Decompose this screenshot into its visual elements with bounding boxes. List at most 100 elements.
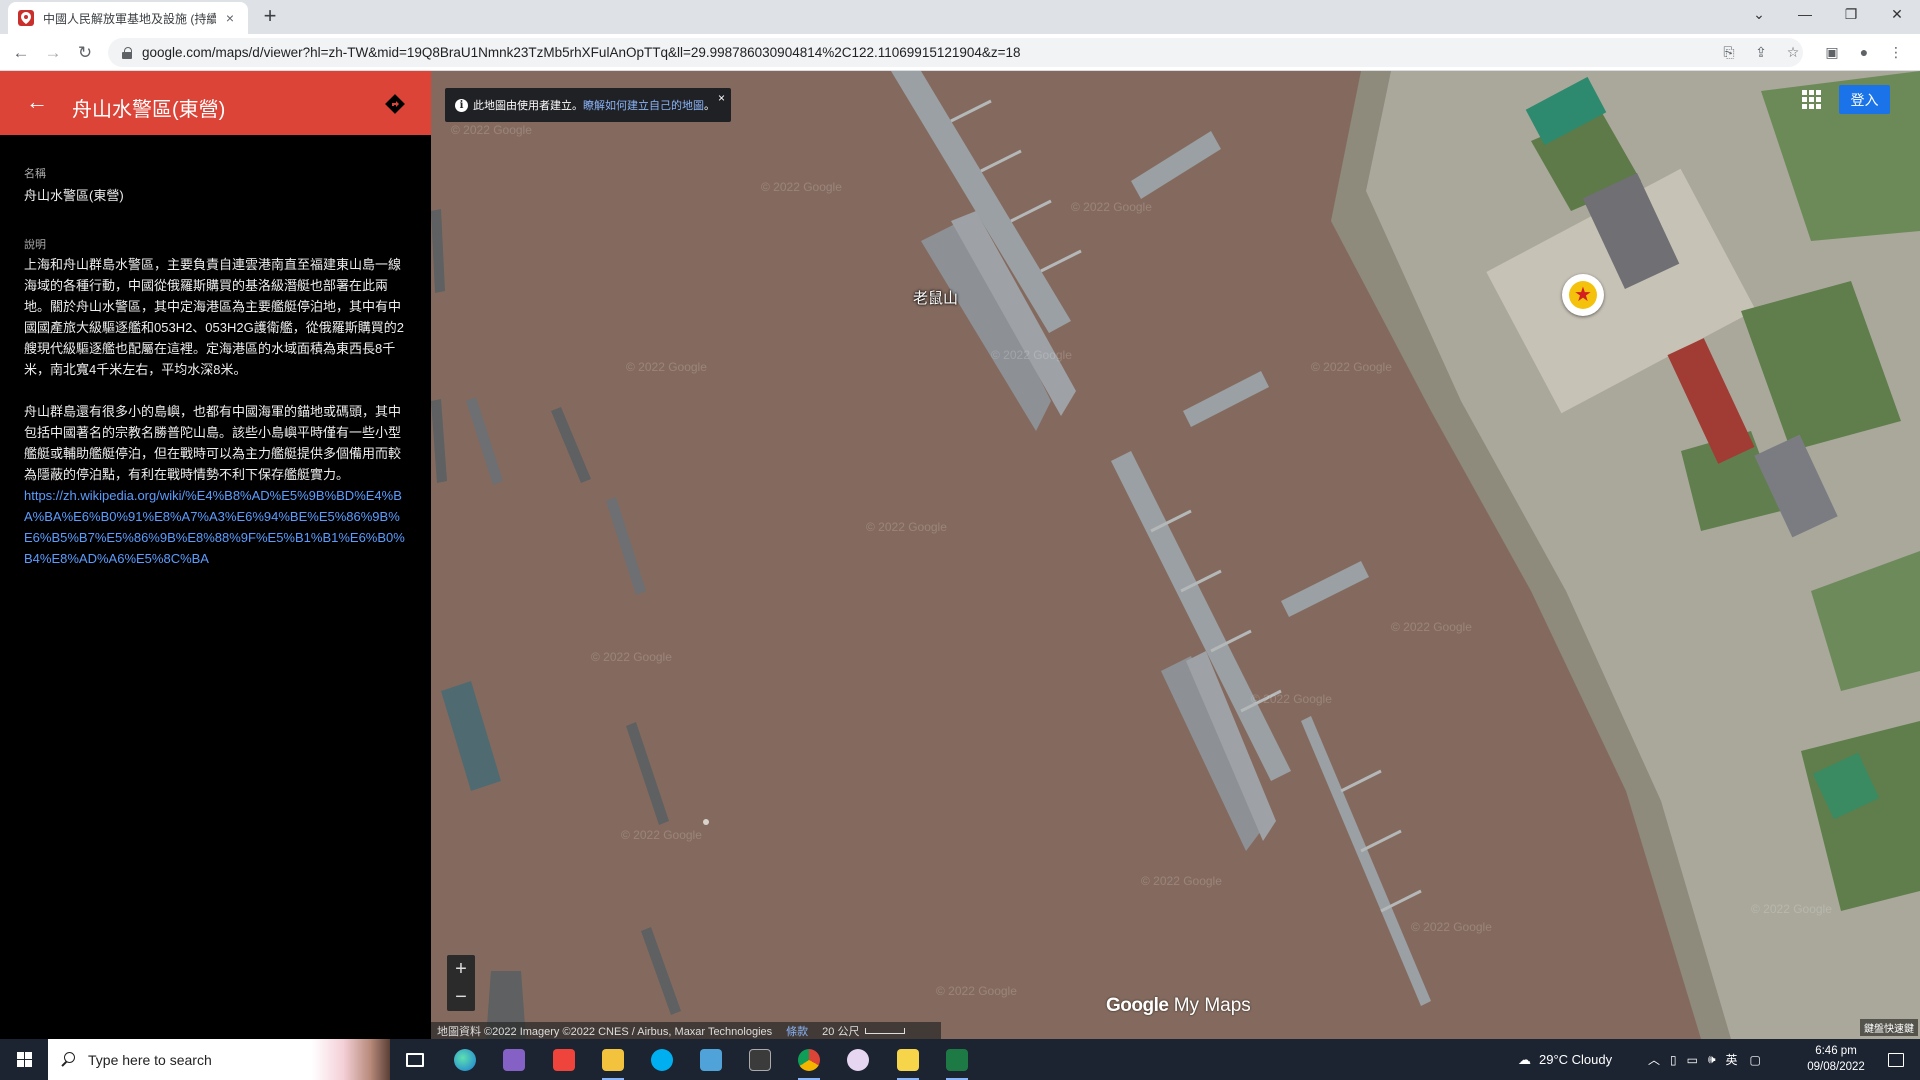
zoom-in-button[interactable]: + xyxy=(447,955,475,983)
menu-dots-icon[interactable]: ⋮ xyxy=(1887,43,1905,61)
description-paragraph-2: 舟山群島還有很多小的島嶼，也都有中國海軍的錨地或碼頭，其中包括中國著名的宗教名勝… xyxy=(24,404,402,482)
back-arrow-icon[interactable]: ← xyxy=(26,91,48,113)
search-icon xyxy=(60,1051,76,1068)
bookmark-star-icon[interactable]: ☆ xyxy=(1784,43,1802,61)
chrome-icon[interactable] xyxy=(792,1044,826,1080)
scale-bar xyxy=(865,1027,906,1034)
volume-icon[interactable]: 🕪 xyxy=(1708,1052,1716,1067)
zoom-controls: + − xyxy=(447,955,475,1011)
start-button[interactable] xyxy=(0,1039,48,1080)
logo-google: Google xyxy=(1106,995,1169,1016)
restore-icon[interactable]: ❐ xyxy=(1828,0,1874,28)
map-watermark: © 2022 Google xyxy=(1311,360,1392,374)
notifications-icon[interactable] xyxy=(1876,1039,1916,1080)
map-watermark: © 2022 Google xyxy=(1141,874,1222,888)
minimize-icon[interactable]: — xyxy=(1782,0,1828,28)
file-explorer-icon[interactable] xyxy=(596,1044,630,1080)
weather-text: 29°C Cloudy xyxy=(1539,1052,1613,1067)
map-watermark: © 2022 Google xyxy=(761,180,842,194)
scale-label[interactable]: 20 公尺 xyxy=(822,1023,859,1039)
map-watermark: © 2022 Google xyxy=(621,828,702,842)
map-watermark: © 2022 Google xyxy=(936,984,1017,998)
taskbar-clock[interactable]: 6:46 pm 09/08/2022 xyxy=(1796,1043,1876,1075)
banner-close-icon[interactable]: × xyxy=(718,91,725,105)
wikipedia-link[interactable]: https://zh.wikipedia.org/wiki/%E4%B8%AD%… xyxy=(24,485,408,569)
tab-close-icon[interactable]: × xyxy=(222,10,238,26)
map-watermark: © 2022 Google xyxy=(1251,692,1332,706)
browser-tab[interactable]: 中國人民解放軍基地及設施 (持續 × xyxy=(8,2,248,34)
tab-title: 中國人民解放軍基地及設施 (持續 xyxy=(43,11,216,26)
taskbar-search-box[interactable]: Type here to search xyxy=(48,1039,390,1080)
network-icon[interactable]: ▭ xyxy=(1687,1053,1698,1067)
map-watermark: © 2022 Google xyxy=(1411,920,1492,934)
skype-icon[interactable] xyxy=(645,1044,679,1076)
sign-in-button[interactable]: 登入 xyxy=(1839,85,1890,114)
profile-avatar-icon[interactable]: ● xyxy=(1855,43,1873,61)
edge-icon[interactable] xyxy=(448,1044,482,1076)
extensions-icon[interactable]: ▣ xyxy=(1823,43,1841,61)
feature-details-panel: ← 舟山水警區(東營) 名稱 舟山水警區(東營) 說明 上海和舟山群島水警區，主… xyxy=(0,71,431,1039)
description-paragraph-1: 上海和舟山群島水警區，主要負責自連雲港南直至福建東山島一線海域的各種行動，中國從… xyxy=(24,257,404,377)
map-canvas[interactable]: © 2022 Google © 2022 Google © 2022 Googl… xyxy=(431,71,1920,1039)
url-text[interactable]: google.com/maps/d/viewer?hl=zh-TW&mid=19… xyxy=(142,45,1021,60)
clock-time: 6:46 pm xyxy=(1815,1045,1857,1057)
info-icon: i xyxy=(455,98,468,112)
azure-data-studio-icon[interactable] xyxy=(694,1044,728,1076)
map-watermark: © 2022 Google xyxy=(451,123,532,137)
user-created-map-banner: i 此地圖由使用者建立。 瞭解如何建立自己的地圖 。 × xyxy=(445,88,731,122)
translate-icon[interactable]: ⎘ xyxy=(1720,43,1738,61)
new-tab-button[interactable]: + xyxy=(258,5,282,29)
map-watermark: © 2022 Google xyxy=(866,520,947,534)
map-watermark: © 2022 Google xyxy=(1751,902,1832,916)
map-watermark: © 2022 Google xyxy=(591,650,672,664)
attribution-text: 地圖資料 ©2022 Imagery ©2022 CNES / Airbus, … xyxy=(437,1025,773,1038)
windows-taskbar: Type here to search ☁ 29°C Cloudy ︿ ▯ ▭ … xyxy=(0,1039,1920,1080)
weather-widget[interactable]: ☁ 29°C Cloudy xyxy=(1518,1039,1612,1080)
name-label: 名稱 xyxy=(24,168,46,180)
reload-icon[interactable]: ↻ xyxy=(73,41,97,65)
clock-date: 09/08/2022 xyxy=(1807,1061,1865,1073)
sticky-notes-icon[interactable] xyxy=(891,1044,925,1080)
apps-grid-icon[interactable] xyxy=(1799,87,1823,111)
map-watermark: © 2022 Google xyxy=(991,348,1072,362)
tab-search-chevron-icon[interactable]: ⌄ xyxy=(1736,0,1782,28)
windows-logo-icon xyxy=(16,1052,32,1067)
back-icon[interactable]: ← xyxy=(9,41,33,65)
lock-icon[interactable] xyxy=(122,46,132,59)
visual-studio-icon[interactable] xyxy=(497,1044,531,1076)
browser-toolbar: ← → ↻ google.com/maps/d/viewer?hl=zh-TW&… xyxy=(0,34,1920,71)
terminal-icon[interactable] xyxy=(743,1044,777,1076)
red-star-icon: ★ xyxy=(1569,281,1597,309)
forward-icon[interactable]: → xyxy=(41,41,65,65)
snipping-tool-icon[interactable] xyxy=(841,1044,875,1076)
map-watermark: © 2022 Google xyxy=(1391,620,1472,634)
map-marker[interactable]: ★ xyxy=(1562,274,1604,316)
directions-icon[interactable] xyxy=(384,93,406,115)
close-window-icon[interactable]: ✕ xyxy=(1874,0,1920,28)
usb-icon[interactable]: ▯ xyxy=(1670,1053,1677,1067)
banner-text: 此地圖由使用者建立。 xyxy=(473,100,583,112)
excel-icon[interactable] xyxy=(940,1044,974,1080)
map-watermark: © 2022 Google xyxy=(626,360,707,374)
google-my-maps-logo: Google My Maps xyxy=(1106,995,1251,1017)
task-view-icon[interactable] xyxy=(398,1044,432,1076)
cloudy-weather-icon: ☁ xyxy=(1518,1051,1531,1067)
description-label: 說明 xyxy=(24,239,46,251)
terms-link[interactable]: 條款 xyxy=(786,1023,808,1039)
map-watermark: © 2022 Google xyxy=(1071,200,1152,214)
learn-create-map-link[interactable]: 瞭解如何建立自己的地圖 xyxy=(583,97,704,113)
zoom-out-button[interactable]: − xyxy=(447,983,475,1011)
logo-my-maps: My Maps xyxy=(1168,995,1251,1016)
share-icon[interactable]: ⇪ xyxy=(1752,43,1770,61)
search-placeholder: Type here to search xyxy=(88,1051,212,1068)
search-highlight-image xyxy=(312,1039,390,1080)
address-bar[interactable]: google.com/maps/d/viewer?hl=zh-TW&mid=19… xyxy=(108,38,1803,67)
keyboard-shortcuts-label[interactable]: 鍵盤快速鍵 xyxy=(1860,1019,1918,1036)
anydesk-icon[interactable] xyxy=(547,1044,581,1076)
place-label: 老鼠山 xyxy=(913,290,959,307)
banner-period: 。 xyxy=(704,100,715,112)
ime-mode-icon[interactable]: ▢ xyxy=(1750,1053,1761,1067)
show-hidden-icons-chevron-icon[interactable]: ︿ xyxy=(1648,1051,1660,1068)
input-method-label[interactable]: 英 xyxy=(1726,1051,1738,1068)
name-value: 舟山水警區(東營) xyxy=(24,188,124,203)
